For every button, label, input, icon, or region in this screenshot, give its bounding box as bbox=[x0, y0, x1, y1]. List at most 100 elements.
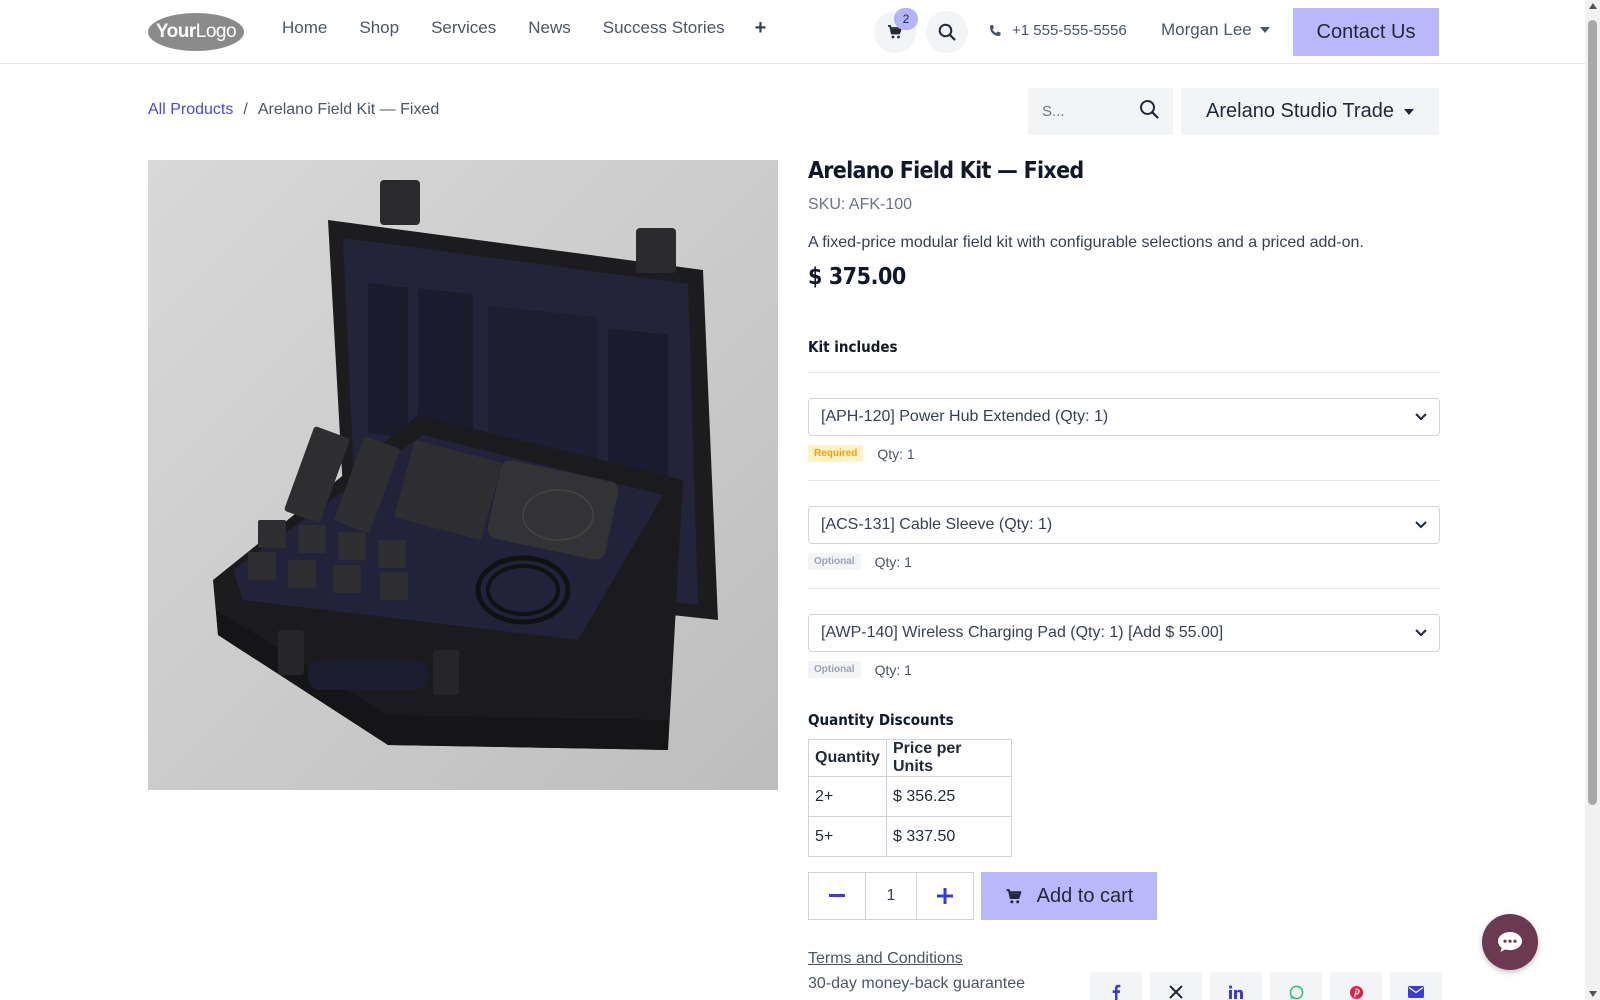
pinterest-icon bbox=[1349, 985, 1363, 999]
caret-down-icon bbox=[1259, 27, 1270, 33]
page-scrollbar[interactable] bbox=[1585, 0, 1600, 1000]
product-photo bbox=[213, 180, 718, 750]
phone-link[interactable]: +1 555-555-5556 bbox=[988, 22, 1127, 39]
optional-badge: Optional bbox=[808, 661, 861, 678]
breadcrumb-all-products[interactable]: All Products bbox=[148, 101, 233, 119]
optional-badge: Optional bbox=[808, 553, 861, 570]
share-x-button[interactable] bbox=[1150, 972, 1202, 1000]
email-icon bbox=[1408, 986, 1424, 998]
table-row: 5+ $ 337.50 bbox=[808, 816, 1012, 857]
product-image[interactable] bbox=[148, 160, 778, 790]
discount-quantity: 5+ bbox=[808, 816, 887, 857]
product-search-input[interactable] bbox=[1042, 103, 1132, 120]
nav-news[interactable]: News bbox=[528, 18, 571, 38]
kit-item-qty: Qty: 1 bbox=[874, 553, 912, 570]
product-title: Arelano Field Kit — Fixed bbox=[808, 158, 1084, 184]
nav-services[interactable]: Services bbox=[431, 18, 496, 38]
linkedin-icon bbox=[1229, 985, 1243, 999]
nav-more-button[interactable]: + bbox=[755, 18, 767, 38]
quantity-discounts-table: Quantity Price per Units 2+ $ 356.25 5+ … bbox=[808, 739, 1012, 857]
share-pinterest-button[interactable] bbox=[1330, 972, 1382, 1000]
scroll-down-icon[interactable] bbox=[1589, 991, 1597, 997]
divider bbox=[808, 372, 1440, 373]
chevron-down-icon bbox=[1415, 413, 1427, 421]
kit-item-select-value: [APH-120] Power Hub Extended (Qty: 1) bbox=[821, 408, 1109, 425]
pricelist-label: Arelano Studio Trade bbox=[1206, 100, 1394, 122]
main-nav: Home Shop Services News Success Stories … bbox=[282, 18, 798, 38]
live-chat-button[interactable] bbox=[1482, 914, 1538, 970]
kit-item-select-3[interactable]: [AWP-140] Wireless Charging Pad (Qty: 1)… bbox=[808, 614, 1440, 652]
product-sku: SKU: AFK-100 bbox=[808, 196, 913, 213]
scrollbar-thumb[interactable] bbox=[1588, 20, 1597, 805]
cart-icon bbox=[1006, 888, 1021, 903]
cart-count-badge: 2 bbox=[894, 8, 918, 30]
share-facebook-button[interactable] bbox=[1090, 972, 1142, 1000]
product-search-button[interactable] bbox=[1139, 99, 1159, 124]
chevron-down-icon bbox=[1415, 521, 1427, 529]
kit-item-select-value: [AWP-140] Wireless Charging Pad (Qty: 1)… bbox=[821, 624, 1224, 641]
divider bbox=[808, 480, 1440, 481]
contact-us-button[interactable]: Contact Us bbox=[1293, 8, 1439, 56]
header-search-button[interactable] bbox=[926, 11, 968, 53]
guarantee-text: 30-day money-back guarantee bbox=[808, 975, 1026, 992]
decrease-quantity-button[interactable] bbox=[808, 872, 866, 920]
add-to-cart-label: Add to cart bbox=[1036, 884, 1134, 907]
product-description: A fixed-price modular field kit with con… bbox=[808, 234, 1364, 251]
site-logo[interactable]: Your Logo bbox=[148, 13, 244, 51]
kit-item-qty: Qty: 1 bbox=[877, 445, 915, 462]
search-icon bbox=[1140, 100, 1159, 119]
divider bbox=[808, 588, 1440, 589]
pricelist-dropdown[interactable]: Arelano Studio Trade bbox=[1181, 88, 1439, 135]
discount-quantity: 2+ bbox=[808, 776, 887, 817]
kit-item-meta-3: Optional Qty: 1 bbox=[808, 661, 912, 678]
cart-button[interactable]: 2 bbox=[874, 8, 918, 53]
whatsapp-icon bbox=[1289, 985, 1303, 999]
logo-text-light: Logo bbox=[195, 21, 237, 42]
share-buttons bbox=[1090, 972, 1442, 1000]
column-header-quantity: Quantity bbox=[808, 739, 887, 777]
kit-item-select-2[interactable]: [ACS-131] Cable Sleeve (Qty: 1) bbox=[808, 506, 1440, 544]
nav-success-stories[interactable]: Success Stories bbox=[603, 18, 725, 38]
breadcrumb-current: Arelano Field Kit — Fixed bbox=[257, 101, 440, 118]
quantity-input[interactable]: 1 bbox=[866, 872, 916, 920]
required-badge: Required bbox=[808, 445, 864, 462]
site-header: Your Logo Home Shop Services News Success… bbox=[0, 0, 1585, 64]
user-name: Morgan Lee bbox=[1161, 20, 1252, 39]
product-search bbox=[1028, 88, 1173, 135]
minus-icon bbox=[829, 894, 845, 897]
chevron-down-icon bbox=[1415, 629, 1427, 637]
plus-icon bbox=[937, 888, 953, 904]
discount-price: $ 337.50 bbox=[886, 816, 1012, 857]
quantity-stepper: 1 bbox=[808, 872, 974, 920]
nav-home[interactable]: Home bbox=[282, 18, 327, 38]
table-row: 2+ $ 356.25 bbox=[808, 776, 1012, 817]
phone-icon bbox=[990, 24, 1001, 36]
kit-item-select-1[interactable]: [APH-120] Power Hub Extended (Qty: 1) bbox=[808, 398, 1440, 436]
add-to-cart-button[interactable]: Add to cart bbox=[981, 872, 1157, 920]
user-menu[interactable]: Morgan Lee bbox=[1161, 20, 1270, 40]
share-email-button[interactable] bbox=[1390, 972, 1442, 1000]
increase-quantity-button[interactable] bbox=[916, 872, 974, 920]
scroll-up-icon[interactable] bbox=[1589, 3, 1597, 9]
column-header-price: Price per Units bbox=[886, 739, 1012, 777]
logo-text-bold: Your bbox=[155, 21, 196, 42]
nav-shop[interactable]: Shop bbox=[359, 18, 399, 38]
x-icon bbox=[1169, 985, 1183, 999]
discount-price: $ 356.25 bbox=[886, 776, 1012, 817]
terms-link[interactable]: Terms and Conditions bbox=[808, 950, 963, 968]
kit-item-meta-1: Required Qty: 1 bbox=[808, 445, 915, 462]
breadcrumb-separator: / bbox=[243, 101, 248, 118]
share-linkedin-button[interactable] bbox=[1210, 972, 1262, 1000]
product-price: $ 375.00 bbox=[808, 264, 906, 290]
product-details: Arelano Field Kit — Fixed SKU: AFK-100 A… bbox=[808, 158, 1442, 1000]
share-whatsapp-button[interactable] bbox=[1270, 972, 1322, 1000]
kit-includes-title: Kit includes bbox=[808, 338, 898, 356]
quantity-discounts-title: Quantity Discounts bbox=[808, 711, 954, 729]
search-icon bbox=[938, 23, 956, 41]
phone-number: +1 555-555-5556 bbox=[1012, 22, 1127, 39]
table-header-row: Quantity Price per Units bbox=[808, 739, 1012, 777]
kit-item-select-value: [ACS-131] Cable Sleeve (Qty: 1) bbox=[821, 516, 1053, 533]
kit-item-meta-2: Optional Qty: 1 bbox=[808, 553, 912, 570]
caret-down-icon bbox=[1403, 108, 1414, 115]
breadcrumb: All Products / Arelano Field Kit — Fixed bbox=[148, 101, 439, 119]
